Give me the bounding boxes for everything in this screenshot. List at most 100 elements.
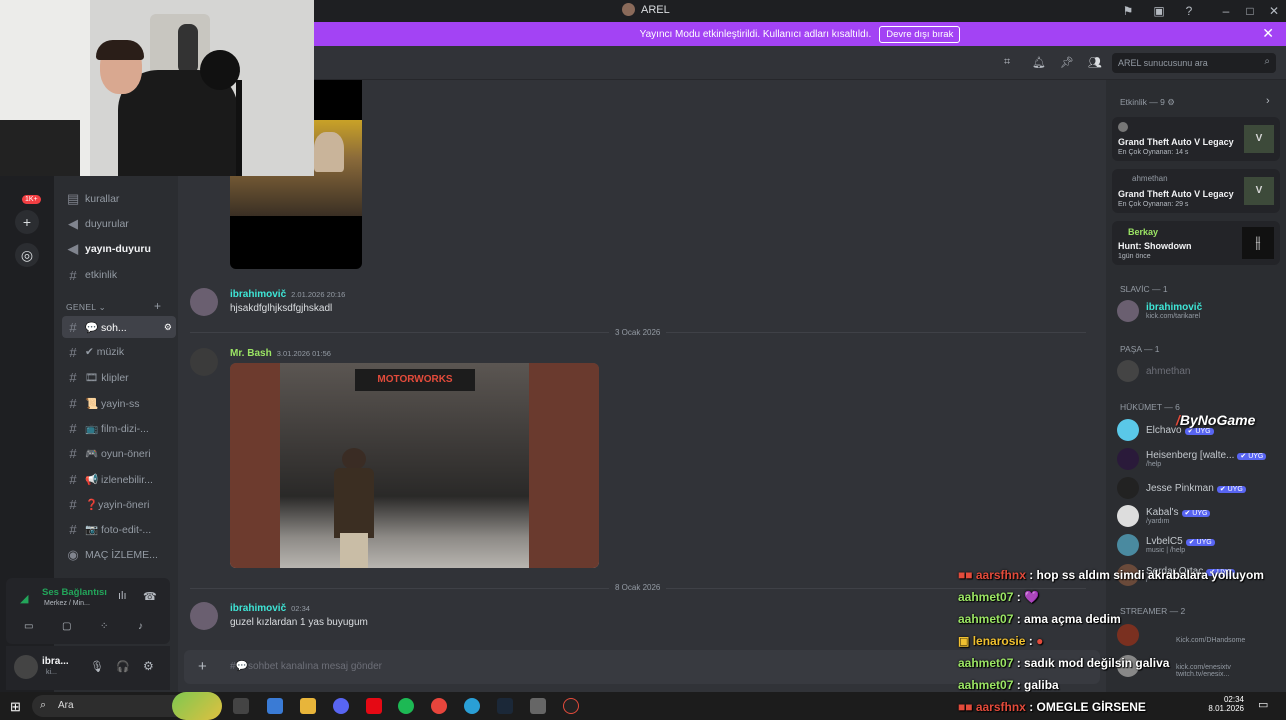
channel-muzik[interactable]: # ✔ müzik [62, 341, 176, 363]
message-timestamp: 3.01.2026 01:56 [276, 349, 331, 358]
help-icon[interactable]: ? [1181, 3, 1197, 19]
member-item[interactable]: Kick.com/DHandsome [1117, 624, 1283, 646]
discover-icon[interactable]: ◎ [15, 243, 39, 267]
message-text: guzel kızlardan 1 yas buyugum [230, 617, 368, 628]
file-explorer-icon[interactable] [300, 698, 316, 714]
channel-izlenebilir[interactable]: # 📢 izlenebilir... [62, 468, 176, 490]
member-item[interactable]: ibrahimovič kick.com/tarikarel [1117, 300, 1283, 322]
settings-icon[interactable]: ⚙ [164, 322, 172, 333]
screen-share-icon[interactable]: ▣ [1151, 3, 1167, 19]
channel-sohbet[interactable]: # 💬 soh... ⚙ [62, 316, 176, 338]
megaphone-icon: ◀ [68, 241, 78, 256]
gta-screenshot-attachment[interactable]: MOTORWORKS [230, 363, 599, 568]
channel-etkinlik[interactable]: # etkinlik [62, 264, 176, 286]
channel-yayin-ss[interactable]: # 📜 yayin-ss [62, 392, 176, 414]
taskbar-clock[interactable]: 02:34 8.01.2026 [1196, 695, 1244, 713]
message-author[interactable]: ibrahimovič 2.01.2026 20:16 [230, 289, 345, 300]
channel-duyurular[interactable]: ◀ duyurular [62, 213, 176, 235]
member-item[interactable]: ahmethan [1117, 360, 1283, 382]
overlay-chat-line: ■■ aarsfhnx : OMEGLE GİRSENE [958, 700, 1146, 714]
spotify-icon[interactable] [398, 698, 414, 714]
role-header: HÜKÜMET — 6 [1120, 402, 1180, 412]
channel-mac-izleme[interactable]: ◉ MAÇ İZLEME... [62, 544, 176, 566]
search-icon: ⌕ [40, 699, 47, 711]
channel-foto-edit[interactable]: # 📷 foto-edit-... [62, 518, 176, 540]
netflix-icon[interactable] [366, 698, 382, 714]
minimize-icon[interactable]: – [1218, 3, 1234, 19]
gta-logo-icon: V [1244, 125, 1274, 153]
hunt-logo-icon: ⫲ [1242, 227, 1274, 259]
close-window-icon[interactable]: ✕ [1266, 3, 1282, 19]
pin-icon[interactable]: 📌︎ [1060, 56, 1074, 69]
message-timestamp: 2.01.2026 20:16 [291, 290, 346, 299]
avatar[interactable] [190, 288, 218, 316]
activity-card[interactable]: Grand Theft Auto V Legacy En Çok Oynanan… [1112, 117, 1280, 161]
server-icon [622, 3, 635, 16]
webcam-overlay [0, 0, 314, 176]
stage-icon: ◉ [67, 547, 79, 562]
voice-channel[interactable]: Merkez / Min... [44, 600, 90, 607]
activity-card[interactable]: Berkay Hunt: Showdown 1gün önce ⫲ [1112, 221, 1280, 265]
threads-icon[interactable]: ⌗ [1004, 56, 1010, 69]
disable-streamer-mode-button[interactable]: Devre dışı bırak [879, 25, 961, 43]
overlay-chat-line: aahmet07 : sadık mod değilsin galiva [958, 656, 1170, 670]
hash-icon: # [69, 319, 77, 335]
close-banner-icon[interactable]: ✕ [1262, 25, 1274, 42]
search-input[interactable]: AREL sunucusunu ara ⌕ [1112, 53, 1276, 73]
steam-icon[interactable] [497, 698, 513, 714]
activity-title: Etkinlik — 9 ⚙ [1120, 97, 1175, 107]
camera-icon[interactable]: ▭ [24, 621, 33, 632]
notification-icon[interactable]: ▭ [1258, 698, 1268, 711]
user-settings-icon[interactable]: ⚙ [143, 659, 154, 673]
message-timestamp: 02:34 [291, 604, 310, 613]
add-server-icon[interactable]: + [15, 210, 39, 234]
taskbar-search[interactable]: ⌕ Ara [32, 692, 222, 720]
rules-icon: ▤ [67, 191, 80, 206]
game-icon[interactable] [530, 698, 546, 714]
channel-klipler[interactable]: # 🎞 klipler [62, 366, 176, 388]
role-header: STREAMER — 2 [1120, 606, 1186, 616]
soundboard-icon[interactable]: ♪ [138, 621, 143, 632]
category-genel[interactable]: GENEL ⌄ [66, 302, 106, 313]
bell-icon[interactable]: 🔔︎ [1032, 56, 1046, 69]
noise-icon[interactable]: ılı [118, 590, 127, 602]
channel-oyun-oneri[interactable]: # 🎮 oyun-öneri [62, 442, 176, 464]
activities-icon[interactable]: ⁘ [100, 621, 108, 632]
mail-icon[interactable] [267, 698, 283, 714]
attach-icon[interactable]: + [198, 658, 207, 675]
member-item[interactable]: LvbelC5 ✔ UYG music | /help [1117, 534, 1283, 556]
obs-icon[interactable] [563, 698, 579, 714]
chevron-right-icon[interactable]: › [1266, 95, 1270, 107]
avatar[interactable] [190, 602, 218, 630]
megaphone-icon: ◀ [68, 216, 78, 231]
inbox-icon[interactable]: ⚑ [1120, 3, 1136, 19]
chrome-icon[interactable] [431, 698, 447, 714]
avatar[interactable] [14, 655, 38, 679]
channel-yayin-duyuru[interactable]: ◀ yayın-duyuru [62, 238, 176, 260]
activity-card[interactable]: ahmethan Grand Theft Auto V Legacy En Ço… [1112, 169, 1280, 213]
member-item[interactable]: Jesse Pinkman ✔ UYG [1117, 477, 1283, 499]
streamer-mode-banner: Yayıncı Modu etkinleştirildi. Kullanıcı … [314, 22, 1286, 46]
overlay-chat-line: ▣ lenarosie : ● [958, 634, 1044, 648]
channel-yayin-oneri[interactable]: # ❓yayin-öneri [62, 493, 176, 515]
screen-icon[interactable]: ▢ [62, 621, 71, 632]
member-item[interactable]: Heisenberg [walte... ✔ UYG/help [1117, 448, 1283, 470]
message-author[interactable]: ibrahimovič 02:34 [230, 603, 310, 614]
channel-kurallar[interactable]: ▤ kurallar [62, 188, 176, 210]
microphone-icon[interactable]: 🎙 [90, 660, 104, 673]
discord-icon[interactable] [333, 698, 349, 714]
task-view-icon[interactable] [233, 698, 249, 714]
create-channel-icon[interactable]: + [154, 299, 161, 313]
windows-start-icon[interactable]: ⊞ [10, 699, 21, 715]
headphones-icon[interactable]: 🎧 [116, 660, 130, 673]
date-label: 3 Ocak 2026 [609, 328, 667, 337]
overlay-chat-line: aahmet07 : ama açma dedim [958, 612, 1121, 626]
edge-icon[interactable] [464, 698, 480, 714]
avatar[interactable] [190, 348, 218, 376]
maximize-icon[interactable]: □ [1242, 3, 1258, 19]
message-author[interactable]: Mr. Bash 3.01.2026 01:56 [230, 348, 331, 359]
channel-film-dizi[interactable]: # 📺 film-dizi-... [62, 417, 176, 439]
member-item[interactable]: Kabal's ✔ UYG/yardım [1117, 505, 1283, 527]
disconnect-icon[interactable]: ☎ [143, 590, 157, 603]
member-list-icon[interactable]: 👥︎ [1088, 56, 1102, 69]
